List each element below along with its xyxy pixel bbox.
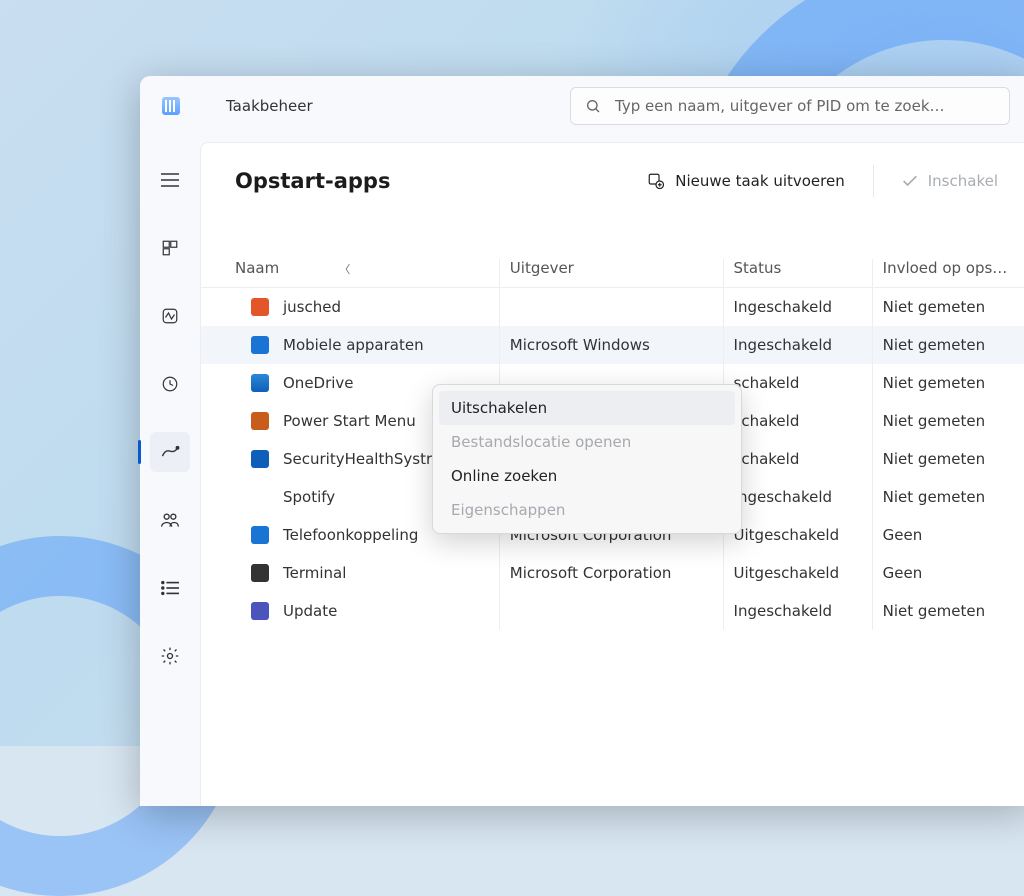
ctx-open-location[interactable]: Bestandslocatie openen xyxy=(439,425,735,459)
grid-icon xyxy=(161,239,179,257)
table-row[interactable]: jusched Ingeschakeld Niet gemeten xyxy=(201,288,1024,327)
cell-impact: Niet gemeten xyxy=(872,364,1024,402)
search-icon xyxy=(585,98,601,114)
cell-status: Ingeschakeld xyxy=(723,592,872,630)
java-icon xyxy=(251,298,269,316)
enable-button[interactable]: Inschakel xyxy=(902,172,998,190)
enable-label: Inschakel xyxy=(928,172,998,190)
cell-name: Power Start Menu xyxy=(283,412,416,430)
cell-status: Ingeschakeld xyxy=(723,326,872,364)
onedrive-icon xyxy=(251,374,269,392)
titlebar: Taakbeheer xyxy=(140,76,1024,136)
cell-name: Update xyxy=(283,602,337,620)
shield-icon xyxy=(251,450,269,468)
sidebar-item-users[interactable] xyxy=(150,500,190,540)
sidebar-item-processes[interactable] xyxy=(150,228,190,268)
device-icon xyxy=(251,336,269,354)
cell-publisher xyxy=(499,592,723,630)
cell-impact: Niet gemeten xyxy=(872,326,1024,364)
cell-status: Ingeschakeld xyxy=(723,478,872,516)
run-task-button[interactable]: Nieuwe taak uitvoeren xyxy=(647,172,845,190)
cell-name: Telefoonkoppeling xyxy=(283,526,418,544)
table-header-row: Naam〈 Uitgever Status Invloed op ops… xyxy=(201,259,1024,288)
sidebar-item-startup[interactable] xyxy=(150,432,190,472)
sidebar xyxy=(140,136,200,806)
ctx-search-online[interactable]: Online zoeken xyxy=(439,459,735,493)
startup-icon xyxy=(160,444,180,460)
phone-icon xyxy=(251,526,269,544)
table-row[interactable]: Mobiele apparaten Microsoft Windows Inge… xyxy=(201,326,1024,364)
app-icon xyxy=(251,488,269,506)
cell-name: Terminal xyxy=(283,564,346,582)
cell-status: schakeld xyxy=(723,402,872,440)
cell-status: Ingeschakeld xyxy=(723,288,872,327)
ctx-properties[interactable]: Eigenschappen xyxy=(439,493,735,527)
ctx-disable[interactable]: Uitschakelen xyxy=(439,391,735,425)
toolbar-divider xyxy=(873,165,874,197)
column-header-impact[interactable]: Invloed op ops… xyxy=(872,259,1024,288)
page-toolbar: Opstart-apps Nieuwe taak uitvoeren Insch… xyxy=(201,143,1024,219)
hamburger-icon xyxy=(161,173,179,187)
column-header-status[interactable]: Status xyxy=(723,259,872,288)
cell-status: Uitgeschakeld xyxy=(723,516,872,554)
power-icon xyxy=(251,412,269,430)
table-row[interactable]: Terminal Microsoft Corporation Uitgescha… xyxy=(201,554,1024,592)
details-icon xyxy=(161,580,179,596)
search-box[interactable] xyxy=(570,87,1010,125)
cell-impact: Geen xyxy=(872,554,1024,592)
app-logo-icon xyxy=(162,97,180,115)
cell-impact: Niet gemeten xyxy=(872,288,1024,327)
cell-impact: Geen xyxy=(872,516,1024,554)
cell-publisher: Microsoft Corporation xyxy=(499,554,723,592)
hamburger-button[interactable] xyxy=(150,160,190,200)
performance-icon xyxy=(161,307,179,325)
check-icon xyxy=(902,174,918,188)
table-row[interactable]: Update Ingeschakeld Niet gemeten xyxy=(201,592,1024,630)
users-icon xyxy=(160,511,180,529)
cell-status: schakeld xyxy=(723,364,872,402)
sidebar-item-services[interactable] xyxy=(150,636,190,676)
sidebar-item-performance[interactable] xyxy=(150,296,190,336)
cell-status: Uitgeschakeld xyxy=(723,554,872,592)
cell-status: schakeld xyxy=(723,440,872,478)
run-task-icon xyxy=(647,172,665,190)
cell-name: OneDrive xyxy=(283,374,354,392)
app-title: Taakbeheer xyxy=(226,97,313,115)
teams-icon xyxy=(251,602,269,620)
cell-name: SecurityHealthSystra xyxy=(283,450,441,468)
search-input[interactable] xyxy=(615,97,995,115)
cell-impact: Niet gemeten xyxy=(872,592,1024,630)
column-header-name[interactable]: Naam〈 xyxy=(201,259,499,288)
sidebar-item-history[interactable] xyxy=(150,364,190,404)
context-menu: Uitschakelen Bestandslocatie openen Onli… xyxy=(432,384,742,534)
history-icon xyxy=(161,375,179,393)
terminal-icon xyxy=(251,564,269,582)
cell-publisher: Microsoft Windows xyxy=(499,326,723,364)
cell-impact: Niet gemeten xyxy=(872,402,1024,440)
sidebar-item-details[interactable] xyxy=(150,568,190,608)
cell-impact: Niet gemeten xyxy=(872,478,1024,516)
gear-icon xyxy=(160,646,180,666)
cell-name: Mobiele apparaten xyxy=(283,336,424,354)
cell-name: Spotify xyxy=(283,488,335,506)
page-title: Opstart-apps xyxy=(235,169,390,193)
cell-publisher xyxy=(499,288,723,327)
cell-impact: Niet gemeten xyxy=(872,440,1024,478)
run-task-label: Nieuwe taak uitvoeren xyxy=(675,172,845,190)
cell-name: jusched xyxy=(283,298,341,316)
sort-caret-icon: 〈 xyxy=(339,263,350,276)
column-header-publisher[interactable]: Uitgever xyxy=(499,259,723,288)
